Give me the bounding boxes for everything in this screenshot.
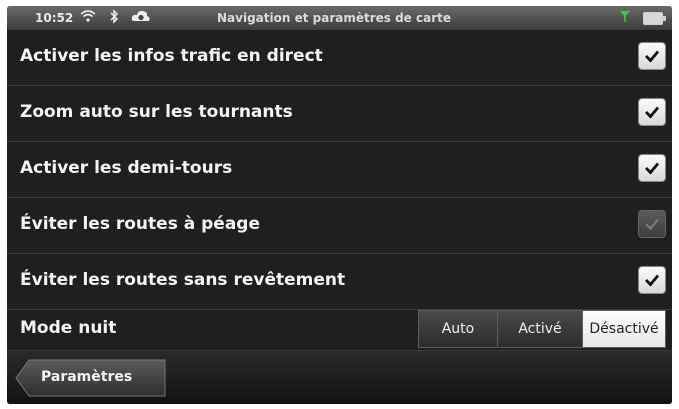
night-mode-auto-button[interactable]: Auto xyxy=(418,310,498,348)
night-mode-row: Mode nuit Auto Activé Désactivé xyxy=(7,302,672,350)
signal-icon xyxy=(619,9,631,27)
checkbox-avoid-unpaved[interactable] xyxy=(639,267,665,293)
checkmark-icon xyxy=(645,274,660,287)
setting-label: Éviter les routes à péage xyxy=(20,214,260,234)
device-screen: 10:52 Navigation et paramètres de carte … xyxy=(7,6,672,404)
checkmark-icon xyxy=(645,218,659,231)
battery-icon xyxy=(643,12,666,25)
back-button[interactable]: Paramètres xyxy=(15,359,167,397)
bluetooth-icon xyxy=(109,9,119,28)
setting-label: Zoom auto sur les tournants xyxy=(20,102,293,122)
sync-icon xyxy=(131,9,151,28)
status-bar: 10:52 Navigation et paramètres de carte xyxy=(7,6,672,30)
setting-row-avoid-tolls[interactable]: Éviter les routes à péage xyxy=(7,198,672,254)
night-mode-label: Mode nuit xyxy=(20,318,117,338)
night-mode-off-button[interactable]: Désactivé xyxy=(582,310,666,348)
night-mode-on-button[interactable]: Activé xyxy=(497,310,583,348)
setting-row-live-traffic[interactable]: Activer les infos trafic en direct xyxy=(7,30,672,86)
bottom-bar: Paramètres xyxy=(7,350,672,404)
setting-row-auto-zoom[interactable]: Zoom auto sur les tournants xyxy=(7,86,672,142)
checkbox-u-turns[interactable] xyxy=(639,155,665,181)
checkbox-auto-zoom[interactable] xyxy=(639,99,665,125)
status-time: 10:52 xyxy=(35,11,74,25)
setting-label: Activer les infos trafic en direct xyxy=(20,46,323,66)
checkbox-avoid-tolls[interactable] xyxy=(639,211,665,237)
checkbox-live-traffic[interactable] xyxy=(639,43,665,69)
checkmark-icon xyxy=(645,106,660,119)
checkmark-icon xyxy=(645,50,660,63)
checkmark-icon xyxy=(645,162,660,175)
setting-label: Éviter les routes sans revêtement xyxy=(20,270,346,290)
status-title: Navigation et paramètres de carte xyxy=(217,11,451,25)
setting-row-u-turns[interactable]: Activer les demi-tours xyxy=(7,142,672,198)
wifi-icon xyxy=(80,9,96,27)
setting-label: Activer les demi-tours xyxy=(20,158,233,178)
back-button-label: Paramètres xyxy=(41,369,133,385)
